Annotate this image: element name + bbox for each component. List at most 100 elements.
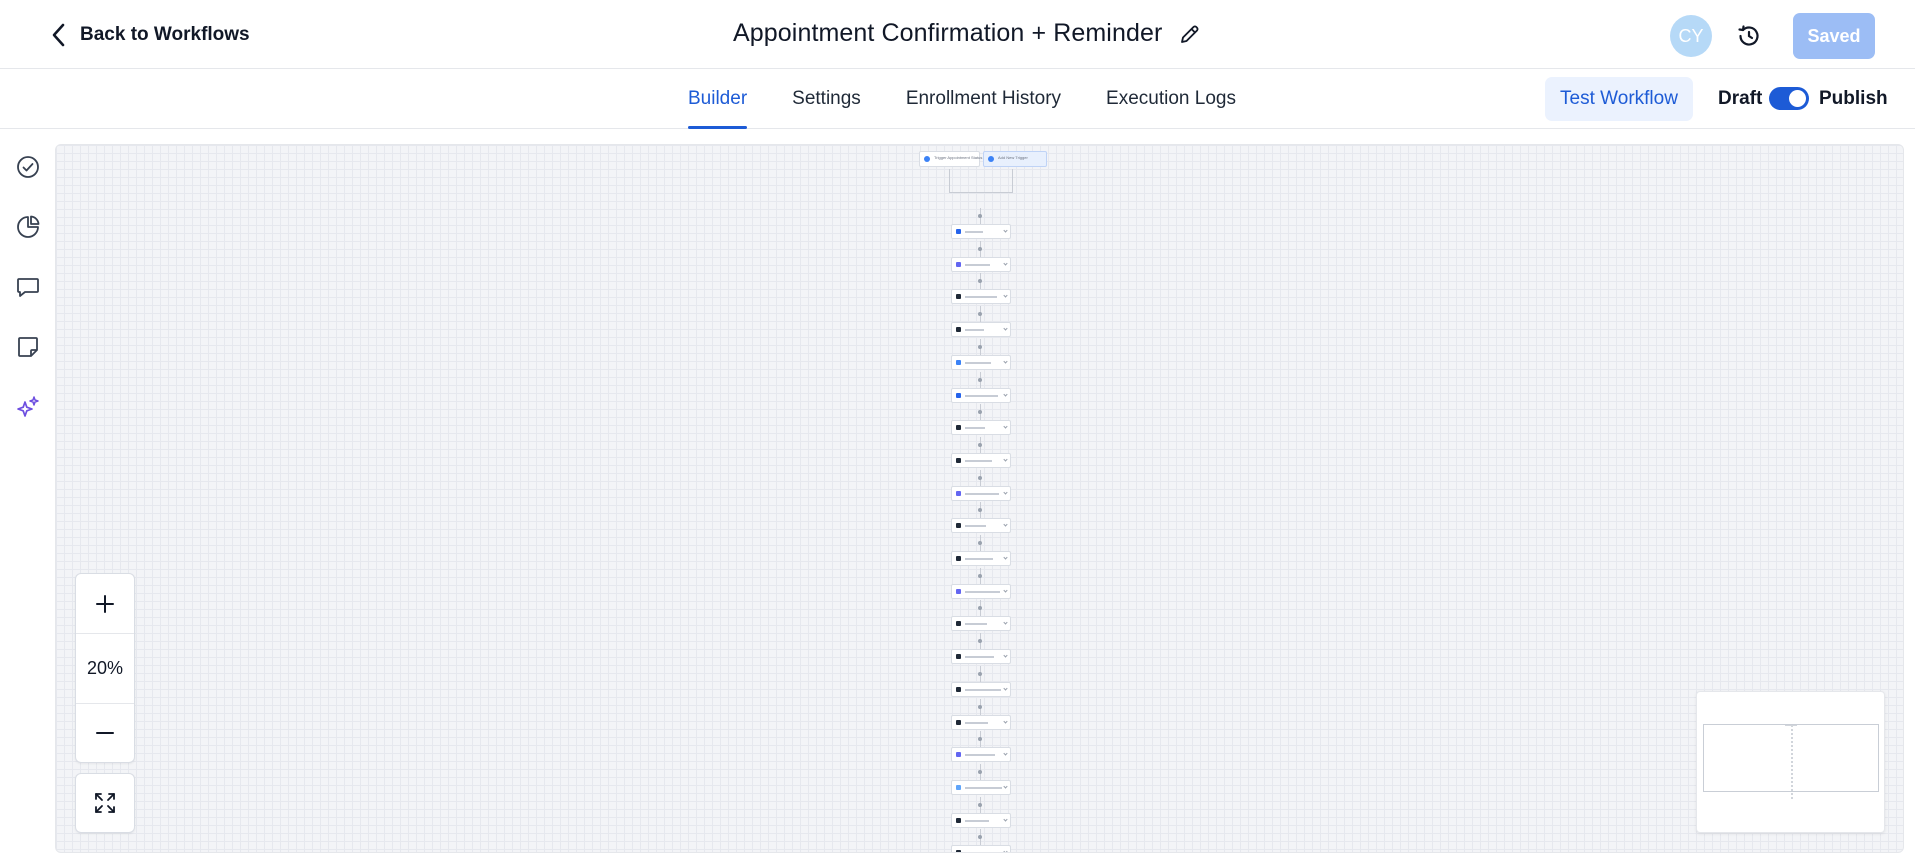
- workflow-title-area: Appointment Confirmation + Reminder: [733, 19, 1202, 48]
- action-label-placeholder: [965, 623, 987, 626]
- add-step-dot[interactable]: [978, 606, 982, 611]
- tab-bar: Builder Settings Enrollment History Exec…: [0, 69, 1915, 129]
- action-label-placeholder: [965, 263, 990, 266]
- history-clock-icon[interactable]: [1736, 23, 1762, 49]
- rail-stats-button[interactable]: [14, 213, 42, 241]
- fit-view-button[interactable]: [75, 773, 135, 833]
- action-label-placeholder: [965, 590, 1000, 593]
- action-icon: [956, 425, 961, 431]
- workflow-action-node[interactable]: [951, 224, 1011, 239]
- chevron-down-icon: [1003, 522, 1008, 527]
- calendar-icon: [924, 156, 930, 162]
- add-step-dot[interactable]: [978, 442, 982, 447]
- workflow-action-node[interactable]: [951, 714, 1011, 730]
- action-icon: [956, 686, 961, 692]
- action-label-placeholder: [965, 231, 983, 233]
- minimap[interactable]: [1696, 691, 1885, 833]
- sparkles-icon: [17, 396, 39, 417]
- zoom-controls: 20%: [75, 573, 135, 763]
- rail-check-button[interactable]: [14, 153, 42, 181]
- tabs: Builder Settings Enrollment History Exec…: [688, 69, 1281, 129]
- tab-execution-logs[interactable]: Execution Logs: [1106, 69, 1236, 129]
- tab-settings[interactable]: Settings: [792, 69, 861, 129]
- workflow-action-node[interactable]: [951, 812, 1011, 828]
- action-label-placeholder: [965, 721, 988, 724]
- action-icon: [956, 654, 961, 660]
- add-step-dot[interactable]: [978, 769, 982, 774]
- add-step-dot[interactable]: [978, 737, 982, 742]
- workflow-action-node[interactable]: [951, 256, 1011, 272]
- publish-toggle[interactable]: [1769, 87, 1809, 110]
- add-step-dot[interactable]: [978, 312, 982, 317]
- action-icon: [956, 327, 961, 333]
- back-to-workflows-link[interactable]: Back to Workflows: [48, 20, 250, 50]
- action-label-placeholder: [965, 525, 986, 528]
- workflow-action-node[interactable]: [951, 518, 1011, 534]
- add-step-dot[interactable]: [978, 639, 982, 644]
- add-step-dot[interactable]: [978, 246, 982, 251]
- add-step-dot[interactable]: [978, 835, 982, 840]
- add-step-dot[interactable]: [978, 541, 982, 545]
- action-label-placeholder: [965, 819, 989, 822]
- add-trigger-node[interactable]: Add New Trigger: [983, 151, 1047, 167]
- action-icon: [956, 784, 961, 790]
- workflow-action-node[interactable]: [951, 387, 1011, 403]
- workflow-action-node[interactable]: [951, 452, 1011, 468]
- workflow-canvas[interactable]: Trigger Appointment Status Add New Trigg…: [55, 144, 1904, 853]
- action-icon: [956, 719, 961, 725]
- workflow-action-node[interactable]: [951, 616, 1011, 632]
- add-step-dot[interactable]: [978, 508, 982, 513]
- workflow-action-node[interactable]: [951, 289, 1011, 305]
- workflow-action-node[interactable]: [951, 649, 1011, 665]
- chevron-down-icon: [1003, 686, 1008, 691]
- action-label-placeholder: [965, 329, 984, 332]
- zoom-in-button[interactable]: [76, 574, 134, 634]
- left-toolbar: [0, 130, 55, 860]
- saved-button[interactable]: Saved: [1793, 13, 1875, 59]
- add-step-dot[interactable]: [978, 279, 982, 284]
- add-step-dot[interactable]: [978, 410, 982, 415]
- add-step-dot[interactable]: [978, 704, 982, 709]
- workflow-action-node[interactable]: [951, 845, 1011, 852]
- workflow-action-node[interactable]: [951, 583, 1011, 599]
- zoom-out-button[interactable]: [76, 704, 134, 762]
- workflow-action-node[interactable]: [951, 485, 1011, 501]
- zoom-level: 20%: [76, 634, 134, 704]
- add-step-dot[interactable]: [978, 475, 982, 480]
- chevron-down-icon: [1003, 326, 1008, 331]
- chevron-down-icon: [1003, 457, 1008, 462]
- add-step-dot[interactable]: [978, 344, 982, 349]
- chevron-down-icon: [1003, 261, 1008, 266]
- comment-icon: [17, 278, 39, 297]
- tab-enrollment-history[interactable]: Enrollment History: [906, 69, 1061, 129]
- add-step-dot[interactable]: [978, 214, 982, 218]
- chevron-down-icon: [1003, 293, 1008, 299]
- rail-note-button[interactable]: [14, 333, 42, 361]
- trigger-node[interactable]: Trigger Appointment Status: [919, 151, 982, 167]
- pencil-icon[interactable]: [1178, 22, 1202, 46]
- workflow-action-node[interactable]: [951, 354, 1011, 370]
- add-step-dot[interactable]: [978, 377, 982, 382]
- add-step-dot[interactable]: [978, 671, 982, 676]
- minimap-viewport[interactable]: [1703, 724, 1879, 792]
- rail-ai-button[interactable]: [14, 393, 42, 421]
- chevron-left-icon: [52, 23, 65, 47]
- workflow-action-node[interactable]: [951, 747, 1011, 763]
- action-icon: [956, 523, 961, 529]
- workflow-action-node[interactable]: [951, 779, 1011, 795]
- workflow-action-node[interactable]: [951, 681, 1011, 697]
- workflow-action-node[interactable]: [951, 322, 1011, 338]
- add-step-dot[interactable]: [978, 802, 982, 807]
- user-avatar[interactable]: CY: [1670, 15, 1712, 57]
- action-label-placeholder: [965, 656, 994, 659]
- workflow-action-node[interactable]: [951, 420, 1011, 436]
- rail-comment-button[interactable]: [14, 273, 42, 301]
- action-label-placeholder: [965, 296, 997, 299]
- toggle-knob: [1789, 90, 1806, 107]
- action-icon: [956, 752, 961, 758]
- workflow-action-node[interactable]: [951, 551, 1011, 566]
- action-label-placeholder: [965, 754, 995, 757]
- test-workflow-button[interactable]: Test Workflow: [1545, 77, 1693, 121]
- add-step-dot[interactable]: [978, 573, 982, 578]
- tab-builder[interactable]: Builder: [688, 69, 748, 129]
